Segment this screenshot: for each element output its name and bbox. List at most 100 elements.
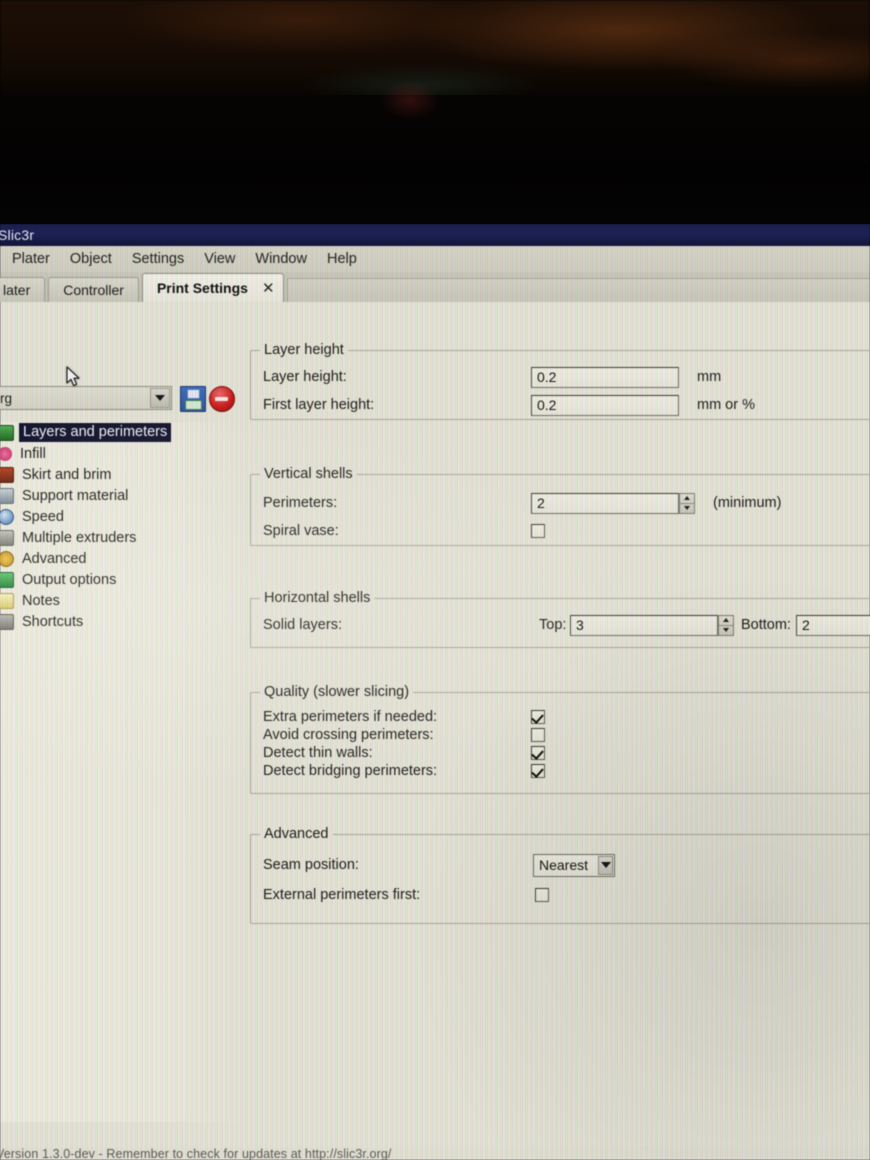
- sidebar-item-shortcuts[interactable]: Shortcuts: [0, 611, 240, 632]
- skirt-brim-icon: [0, 466, 14, 483]
- speed-icon: [0, 508, 14, 525]
- layers-icon: [0, 424, 14, 441]
- status-bar: Version 1.3.0-dev - Remember to check fo…: [0, 1147, 870, 1160]
- field-row-avoid-crossing-perimeters: Avoid crossing perimeters:: [263, 727, 870, 743]
- layer-height-label: Layer height:: [263, 369, 347, 385]
- solid-layers-top-input[interactable]: 3: [570, 614, 718, 636]
- sidebar-item-label: Advanced: [22, 550, 87, 567]
- sidebar-item-skirt-and-brim[interactable]: Skirt and brim: [0, 464, 240, 485]
- sidebar-item-label: Infill: [20, 445, 46, 462]
- sidebar-item-output-options[interactable]: Output options: [0, 569, 240, 590]
- monitor-screen: Slic3r Plater Object Settings View Windo…: [0, 224, 870, 1160]
- sidebar-item-notes[interactable]: Notes: [0, 590, 240, 611]
- output-options-icon: [0, 571, 14, 588]
- sidebar-item-layers-and-perimeters[interactable]: Layers and perimeters: [0, 422, 240, 443]
- seam-position-label: Seam position:: [263, 857, 359, 873]
- menu-item-settings[interactable]: Settings: [122, 251, 194, 267]
- sidebar-item-infill[interactable]: Infill: [0, 443, 240, 464]
- field-row-detect-thin-walls: Detect thin walls:: [263, 745, 870, 761]
- group-layer-height: Layer height Layer height: 0.2 mm First …: [250, 342, 870, 420]
- group-quality: Quality (slower slicing) Extra perimeter…: [250, 684, 870, 794]
- detect-thin-walls-checkbox[interactable]: [531, 746, 545, 760]
- floppy-save-icon[interactable]: [180, 386, 206, 412]
- field-row-seam-position: Seam position: Nearest: [263, 853, 870, 877]
- tab-controller-label: Controller: [63, 282, 124, 298]
- group-advanced: Advanced Seam position: Nearest External…: [250, 826, 870, 924]
- perimeters-stepper[interactable]: [679, 492, 695, 514]
- perimeters-input[interactable]: 2: [531, 492, 679, 514]
- tab-plater-label: later: [3, 282, 31, 298]
- spiral-vase-checkbox[interactable]: [531, 524, 545, 538]
- detect-bridging-perimeters-checkbox[interactable]: [531, 764, 545, 778]
- sidebar-item-label: Output options: [22, 571, 117, 588]
- tab-print-settings-label: Print Settings: [156, 280, 248, 296]
- field-row-external-perimeters-first: External perimeters first:: [263, 887, 870, 903]
- monitor-dark-area: [0, 80, 870, 225]
- first-layer-height-input[interactable]: 0.2: [531, 394, 679, 416]
- external-perimeters-first-checkbox[interactable]: [535, 888, 549, 902]
- menu-item-window[interactable]: Window: [245, 251, 317, 267]
- tab-print-settings[interactable]: Print Settings ✕: [141, 273, 284, 302]
- field-row-perimeters: Perimeters: 2 (minimum): [263, 492, 870, 514]
- sidebar-item-speed[interactable]: Speed: [0, 506, 240, 527]
- solid-layers-bottom-label: Bottom:: [741, 617, 791, 633]
- tab-controller[interactable]: Controller: [48, 277, 139, 302]
- sidebar-item-label: Speed: [22, 508, 64, 525]
- menu-item-view[interactable]: View: [194, 251, 245, 267]
- sidebar-item-label: Layers and perimeters: [19, 423, 172, 442]
- layer-height-input[interactable]: 0.2: [531, 366, 679, 388]
- first-layer-height-unit: mm or %: [697, 397, 755, 413]
- infill-icon: [0, 446, 12, 461]
- seam-position-value: Nearest: [539, 857, 589, 873]
- menu-item-object[interactable]: Object: [60, 251, 122, 267]
- window-title: Slic3r: [0, 227, 35, 243]
- stepper-up-icon[interactable]: [680, 494, 694, 504]
- chevron-down-icon[interactable]: [598, 855, 613, 875]
- perimeters-label: Perimeters:: [263, 495, 338, 511]
- tab-strip-filler: [286, 278, 870, 302]
- mouse-cursor: [66, 366, 80, 387]
- field-row-detect-bridging-perimeters: Detect bridging perimeters:: [263, 763, 870, 779]
- chevron-down-icon[interactable]: [150, 388, 170, 408]
- group-quality-legend: Quality (slower slicing): [260, 684, 414, 700]
- avoid-crossing-perimeters-checkbox[interactable]: [531, 728, 545, 742]
- stepper-up-icon[interactable]: [719, 616, 733, 626]
- sidebar-item-advanced[interactable]: Advanced: [0, 548, 240, 569]
- extra-perimeters-label: Extra perimeters if needed:: [263, 709, 438, 725]
- solid-layers-top-stepper[interactable]: [718, 614, 734, 636]
- stepper-down-icon[interactable]: [680, 504, 694, 513]
- solid-layers-bottom-input[interactable]: 2: [796, 614, 870, 636]
- external-perimeters-first-label: External perimeters first:: [263, 887, 421, 903]
- solid-layers-top-label: Top:: [539, 617, 567, 633]
- extra-perimeters-checkbox[interactable]: [531, 710, 545, 724]
- preset-combobox-value: rg: [0, 390, 13, 406]
- field-row-spiral-vase: Spiral vase:: [263, 523, 870, 539]
- settings-sidebar: Layers and perimeters Infill Skirt and b…: [0, 422, 240, 1122]
- solid-layers-label: Solid layers:: [263, 617, 342, 633]
- seam-position-dropdown[interactable]: Nearest: [533, 853, 615, 877]
- group-horizontal-shells: Horizontal shells Solid layers: Top: 3 B…: [250, 590, 870, 648]
- tab-close-icon[interactable]: ✕: [262, 279, 275, 297]
- delete-preset-icon[interactable]: [209, 386, 235, 412]
- support-material-icon: [0, 487, 14, 504]
- screenshot-root: Slic3r Plater Object Settings View Windo…: [0, 0, 870, 1160]
- stepper-down-icon[interactable]: [719, 626, 733, 635]
- field-row-layer-height: Layer height: 0.2 mm: [263, 366, 870, 388]
- field-row-extra-perimeters: Extra perimeters if needed:: [263, 709, 870, 725]
- settings-pane: Layer height Layer height: 0.2 mm First …: [246, 302, 870, 1147]
- menu-item-help[interactable]: Help: [317, 251, 367, 267]
- tab-plater[interactable]: later: [0, 277, 46, 302]
- sidebar-item-label: Notes: [22, 592, 60, 609]
- sidebar-item-support-material[interactable]: Support material: [0, 485, 240, 506]
- advanced-icon: [0, 550, 14, 567]
- sidebar-item-label: Multiple extruders: [22, 529, 137, 546]
- group-horizontal-shells-legend: Horizontal shells: [260, 590, 375, 606]
- group-vertical-shells-legend: Vertical shells: [260, 466, 357, 482]
- notes-icon: [0, 592, 14, 609]
- preset-combobox[interactable]: rg: [0, 386, 172, 410]
- avoid-crossing-perimeters-label: Avoid crossing perimeters:: [263, 727, 434, 743]
- status-bar-text: Version 1.3.0-dev - Remember to check fo…: [0, 1146, 392, 1160]
- menu-item-plater[interactable]: Plater: [0, 251, 60, 267]
- detect-thin-walls-label: Detect thin walls:: [263, 745, 373, 761]
- sidebar-item-multiple-extruders[interactable]: Multiple extruders: [0, 527, 240, 548]
